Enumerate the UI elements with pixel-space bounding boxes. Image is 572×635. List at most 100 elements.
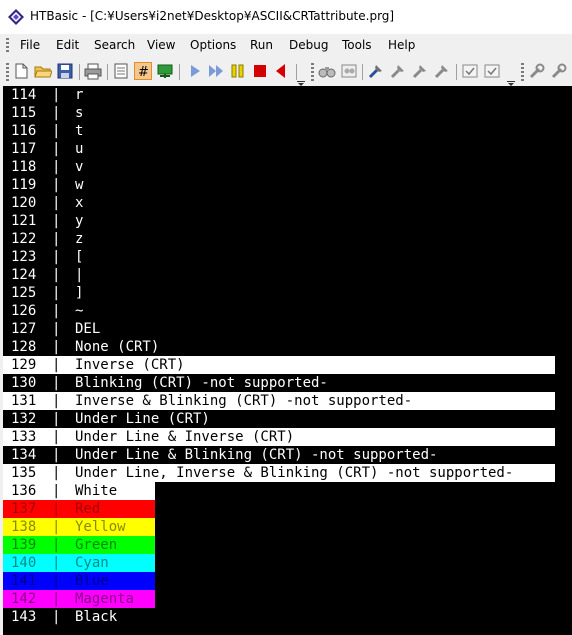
line-number: 116 (11, 123, 37, 139)
checkbox-window2-icon[interactable] (483, 62, 501, 80)
toolbar-separator (107, 64, 108, 80)
code-line[interactable]: 143 | Black (3, 608, 572, 626)
menu-tools[interactable]: Tools (342, 38, 372, 52)
step-play-icon[interactable] (207, 62, 225, 80)
wrench2-icon[interactable] (550, 62, 568, 80)
code-line[interactable]: 120 | x (3, 194, 572, 212)
open-folder-icon[interactable] (34, 62, 52, 80)
line-number: 129 (11, 357, 37, 373)
tool2-icon[interactable] (389, 62, 407, 80)
toolbar-separator (179, 64, 180, 80)
code-line[interactable]: 127 | DEL (3, 320, 572, 338)
checkbox-window-icon[interactable] (461, 62, 479, 80)
menubar-grip-handle[interactable] (6, 38, 9, 54)
tool4-icon[interactable] (433, 62, 451, 80)
line-text: Blue (75, 573, 109, 589)
toolbar-grip-handle[interactable] (6, 63, 9, 81)
new-file-icon[interactable] (12, 62, 30, 80)
line-separator: | (52, 249, 61, 265)
code-line[interactable]: 136 | White (3, 482, 572, 500)
line-separator: | (52, 609, 61, 625)
line-number: 139 (11, 537, 37, 553)
menu-edit[interactable]: Edit (56, 38, 79, 52)
line-separator: | (52, 105, 61, 121)
code-line[interactable]: 117 | u (3, 140, 572, 158)
line-text: DEL (75, 321, 101, 337)
line-text: ] (75, 285, 84, 301)
binoculars-replace-icon[interactable] (340, 62, 358, 80)
code-line[interactable]: 118 | v (3, 158, 572, 176)
line-number: 137 (11, 501, 37, 517)
tool3-icon[interactable] (411, 62, 429, 80)
code-line[interactable]: 141 | Blue (3, 572, 572, 590)
line-text: None (CRT) (75, 339, 160, 355)
code-line[interactable]: 114 | r (3, 86, 572, 104)
code-line[interactable]: 122 | z (3, 230, 572, 248)
code-editor[interactable]: 114 | r 115 | s 116 | t 117 | u 118 | v 119 | w 120 | x 121 | y… (3, 86, 572, 635)
code-line[interactable]: 129 | Inverse (CRT) (3, 356, 572, 374)
line-number: 119 (11, 177, 37, 193)
code-line[interactable]: 119 | w (3, 176, 572, 194)
back-triangle-icon[interactable] (272, 62, 290, 80)
toolbar-grip-handle[interactable] (521, 63, 524, 81)
save-disk-icon[interactable] (56, 62, 74, 80)
code-line[interactable]: 132 | Under Line (CRT) (3, 410, 572, 428)
code-line[interactable]: 131 | Inverse & Blinking (CRT) -not suppor… (3, 392, 572, 410)
code-line[interactable]: 137 | Red (3, 500, 572, 518)
line-number: 128 (11, 339, 37, 355)
stop-icon[interactable] (251, 62, 269, 80)
code-line[interactable]: 139 | Green (3, 536, 572, 554)
print-icon[interactable] (84, 62, 102, 80)
line-text: s (75, 105, 84, 121)
line-number: 123 (11, 249, 37, 265)
line-number-hash-icon[interactable]: # (134, 62, 152, 80)
code-line[interactable]: 142 | Magenta (3, 590, 572, 608)
chart-icon[interactable] (156, 62, 174, 80)
line-separator: | (52, 213, 61, 229)
line-text: Under Line & Blinking (CRT) -not support… (75, 447, 438, 463)
line-text: v (75, 159, 84, 175)
code-line[interactable]: 125 |] (3, 284, 572, 302)
code-line[interactable]: 124 | | (3, 266, 572, 284)
menu-file[interactable]: File (20, 38, 40, 52)
binoculars-icon[interactable] (318, 62, 336, 80)
code-line[interactable]: 138 | Yellow (3, 518, 572, 536)
line-separator: | (52, 447, 61, 463)
menu-search[interactable]: Search (94, 38, 135, 52)
code-line[interactable]: 116 | t (3, 122, 572, 140)
tool-icon[interactable] (367, 62, 385, 80)
line-separator: | (52, 573, 61, 589)
line-text: Inverse & Blinking (CRT) -not supported- (75, 393, 413, 409)
line-separator: | (52, 339, 61, 355)
toolbar-grip-handle[interactable] (311, 63, 314, 81)
menu-options[interactable]: Options (190, 38, 236, 52)
htbasic-app-icon[interactable] (8, 9, 24, 25)
window-title: HTBasic - [C:¥Users¥i2net¥Desktop¥ASCII&… (30, 9, 395, 23)
menu-debug[interactable]: Debug (289, 38, 328, 52)
wrench-icon[interactable] (528, 62, 546, 80)
code-line[interactable]: 135 | Under Line, Inverse & Blinking (CRT)… (3, 464, 572, 482)
line-number: 121 (11, 213, 37, 229)
line-text: Magenta (75, 591, 135, 607)
run-play-icon[interactable] (186, 62, 204, 80)
line-number: 142 (11, 591, 37, 607)
menu-run[interactable]: Run (250, 38, 273, 52)
code-line[interactable]: 128 | None (CRT) (3, 338, 572, 356)
line-number: 140 (11, 555, 37, 571)
toolbar: # (0, 58, 572, 86)
menu-view[interactable]: View (147, 38, 175, 52)
code-line[interactable]: 123 | [ (3, 248, 572, 266)
code-line[interactable]: 121 | y (3, 212, 572, 230)
code-line[interactable]: 140 | Cyan (3, 554, 572, 572)
code-line[interactable]: 133 | Under Line & Inverse (CRT) (3, 428, 572, 446)
code-line[interactable]: 115 | s (3, 104, 572, 122)
menu-help[interactable]: Help (388, 38, 415, 52)
continue-icon[interactable] (229, 62, 247, 80)
code-line[interactable]: 134 | Under Line & Blinking (CRT) -not sup… (3, 446, 572, 464)
code-line[interactable]: 126 | ~ (3, 302, 572, 320)
line-text: y (75, 213, 84, 229)
document-icon[interactable] (112, 62, 130, 80)
code-line[interactable]: 130 | Blinking (CRT) -not supported- (3, 374, 572, 392)
line-number: 130 (11, 375, 37, 391)
line-separator: | (52, 375, 61, 391)
